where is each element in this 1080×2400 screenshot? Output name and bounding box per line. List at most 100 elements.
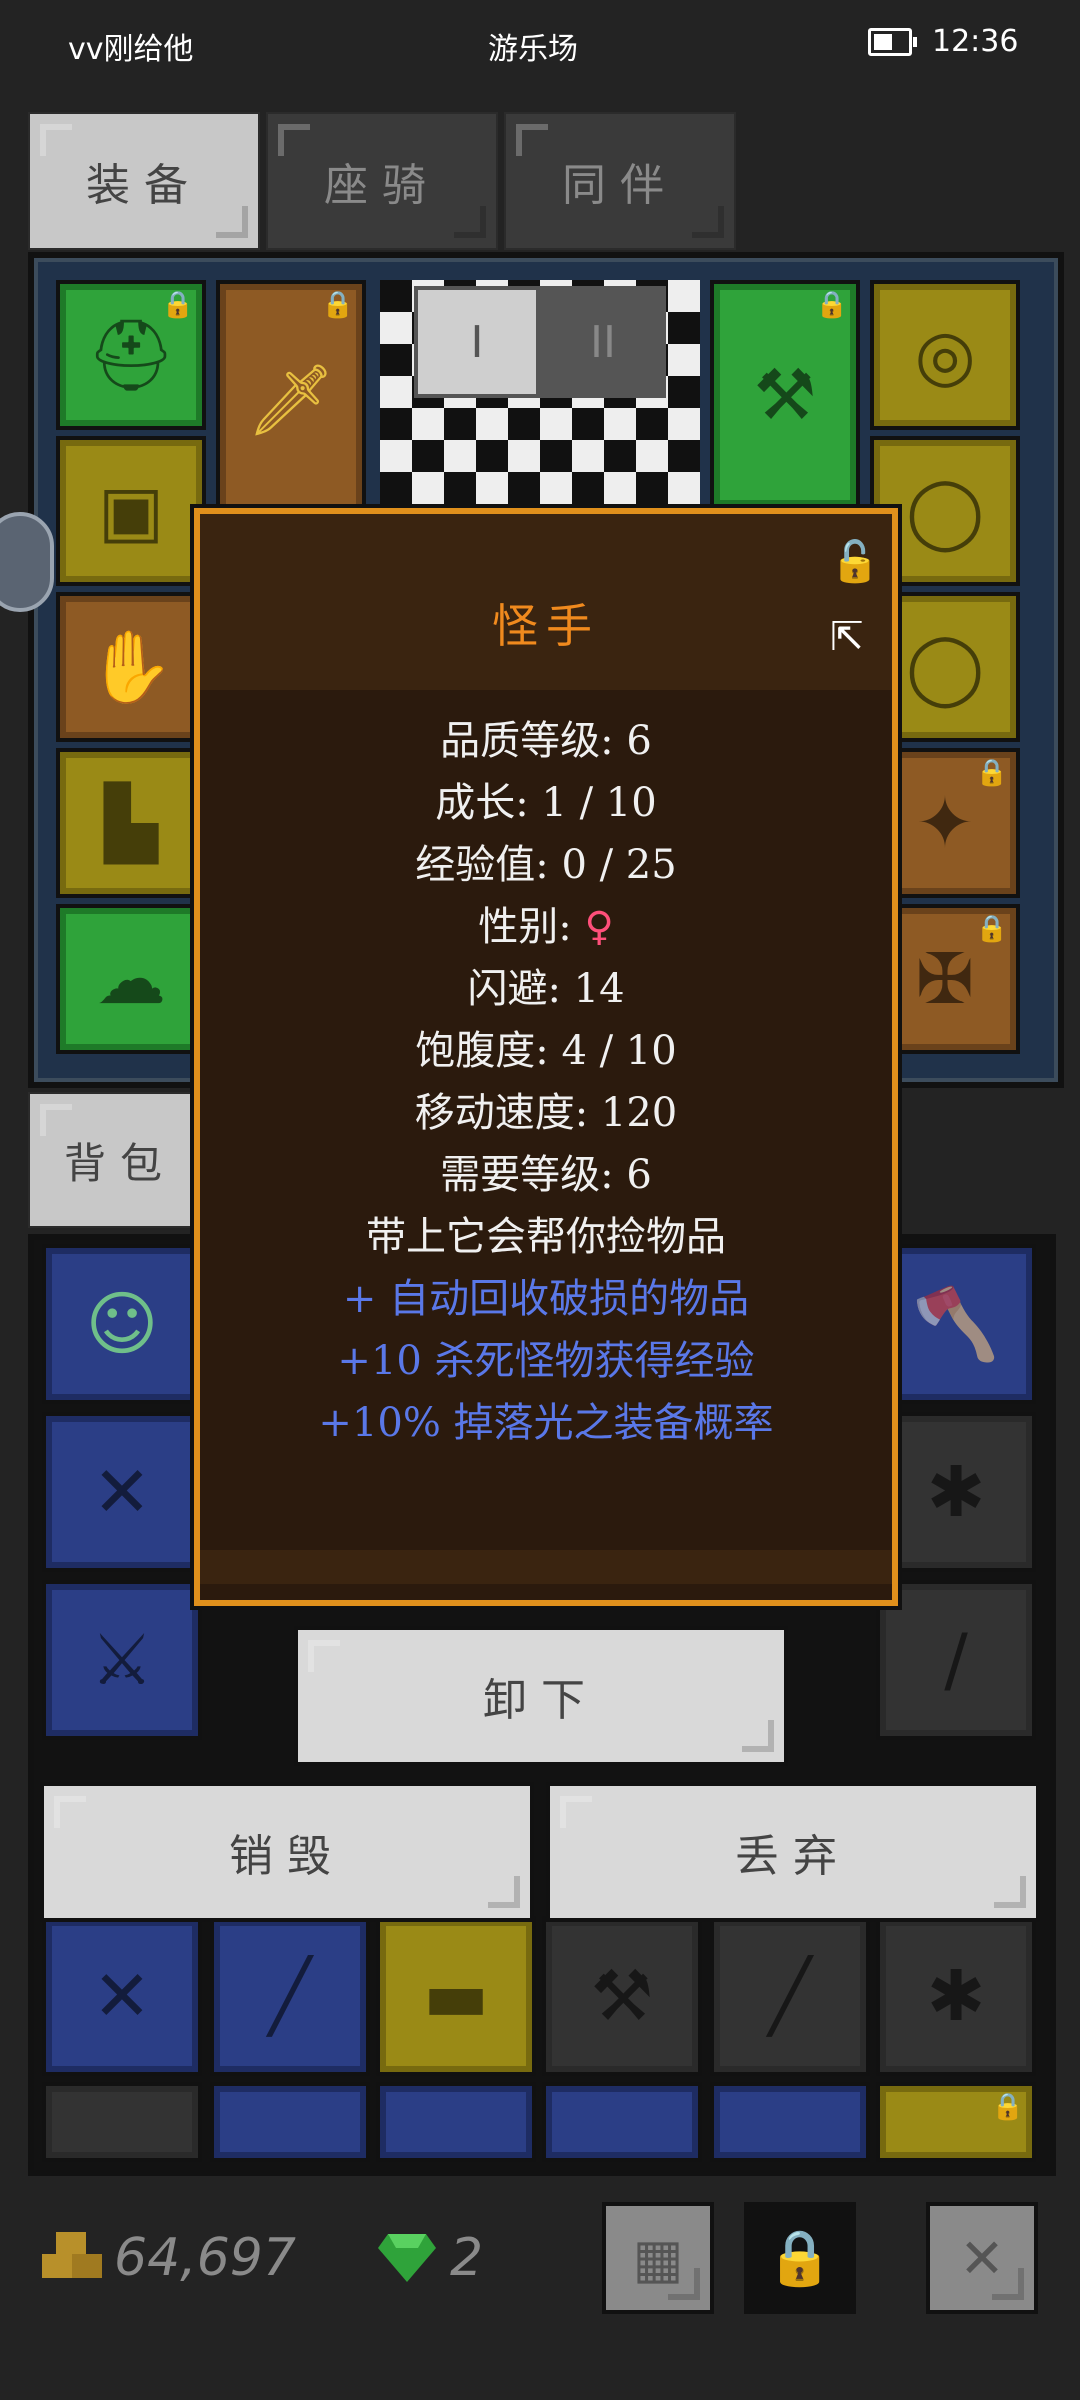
equip-slot-weapon[interactable]: 🗡 🔒 bbox=[216, 280, 366, 520]
backpack-slot[interactable]: ✱ bbox=[876, 1916, 1036, 2076]
gold-amount: 64,697 bbox=[114, 2228, 296, 2288]
pet-tab-1-label: I bbox=[470, 316, 484, 368]
backpack-slot[interactable]: / bbox=[876, 1580, 1036, 1740]
gold-coins-icon bbox=[42, 2232, 102, 2278]
female-icon: ♀ bbox=[584, 904, 614, 950]
pet-tab-2[interactable]: II bbox=[540, 286, 666, 398]
lock-icon: 🔒 bbox=[766, 2226, 834, 2289]
stat-gender: 性别: ♀ bbox=[200, 896, 892, 958]
sword-icon: ╱ bbox=[768, 1955, 812, 2037]
lock-toggle-button[interactable]: 🔒 bbox=[744, 2202, 856, 2314]
bonus-auto-recycle: + 自动回收破损的物品 bbox=[342, 1276, 750, 1322]
backpack-slot[interactable] bbox=[542, 2082, 702, 2162]
modal-footer bbox=[200, 1550, 892, 1584]
equip-slot-cloak[interactable]: ☁ bbox=[56, 904, 206, 1054]
tab-backpack[interactable]: 背包 bbox=[28, 1092, 212, 1228]
destroy-button[interactable]: 销毁 bbox=[40, 1782, 534, 1922]
backpack-slot[interactable] bbox=[42, 2082, 202, 2162]
backpack-slot[interactable]: ✕ bbox=[42, 1412, 202, 1572]
pet-tab-1[interactable]: I bbox=[414, 286, 540, 398]
backpack-slot[interactable]: ╱ bbox=[710, 1916, 870, 2076]
unequip-button[interactable]: 卸下 bbox=[294, 1626, 788, 1766]
armor-icon: ▣ bbox=[97, 470, 165, 552]
tab-companion-label: 同伴 bbox=[562, 160, 678, 211]
unequip-button-label: 卸下 bbox=[483, 1675, 599, 1726]
scroll-icon: ☺ bbox=[85, 1283, 159, 1365]
equip-slot-offhand[interactable]: ⚒ 🔒 bbox=[710, 280, 860, 510]
close-button[interactable]: ✕ bbox=[926, 2202, 1038, 2314]
gem-amount: 2 bbox=[450, 2228, 484, 2288]
item-name: 怪手 bbox=[492, 599, 600, 653]
item-description: 带上它会帮你捡物品 bbox=[366, 1214, 726, 1260]
stat-growth: 成长: 1 / 10 bbox=[435, 780, 657, 826]
bonus-kill-exp: +10 杀死怪物获得经验 bbox=[337, 1338, 755, 1384]
necklace-icon: ◎ bbox=[914, 314, 976, 396]
corner-ornament bbox=[194, 508, 254, 568]
backpack-slot[interactable]: 🔒 bbox=[876, 2082, 1036, 2162]
lock-icon: 🔒 bbox=[975, 914, 1008, 944]
tab-mount[interactable]: 座骑 bbox=[266, 112, 498, 250]
equip-slot-armor[interactable]: ▣ bbox=[56, 436, 206, 586]
backpack-slot[interactable]: ⚒ bbox=[542, 1916, 702, 2076]
app-name: 游乐场 bbox=[488, 32, 578, 67]
glove-icon: ✋ bbox=[87, 625, 175, 708]
discard-button[interactable]: 丢弃 bbox=[546, 1782, 1040, 1922]
stat-dodge: 闪避: 14 bbox=[467, 966, 625, 1012]
equip-slot-helmet[interactable]: ⛑ 🔒 bbox=[56, 280, 206, 430]
axe-icon: ⚔ bbox=[90, 1619, 154, 1701]
status-bar: vv刚给他 游乐场 12:36 bbox=[0, 0, 1080, 90]
grid-view-button[interactable]: ▦ bbox=[602, 2202, 714, 2314]
stat-gender-label: 性别: bbox=[478, 904, 585, 950]
stat-quality: 品质等级: 6 bbox=[440, 718, 652, 764]
axe-icon: ⚒ bbox=[590, 1955, 654, 2037]
bonus-light-drop: +10% 掉落光之装备概率 bbox=[318, 1400, 774, 1446]
lock-icon: 🔒 bbox=[815, 290, 848, 320]
stat-required-level: 需要等级: 6 bbox=[440, 1152, 652, 1198]
backpack-slot[interactable]: 🪓 bbox=[876, 1244, 1036, 1404]
crossbow-icon: ✕ bbox=[92, 1955, 152, 2037]
stat-experience: 经验值: 0 / 25 bbox=[415, 842, 677, 888]
lock-icon: 🔒 bbox=[975, 758, 1008, 788]
tab-equipment-label: 装备 bbox=[86, 160, 202, 211]
item-detail-modal: 怪手 🔓 ⇱ 品质等级: 6 成长: 1 / 10 经验值: 0 / 25 性别… bbox=[194, 508, 898, 1606]
backpack-slot[interactable]: ☺ bbox=[42, 1244, 202, 1404]
backpack-slot[interactable]: ╱ bbox=[210, 1916, 370, 2076]
lock-icon: 🔒 bbox=[161, 290, 194, 320]
share-icon[interactable]: ⇱ bbox=[830, 614, 864, 660]
backpack-slot[interactable]: ✕ bbox=[42, 1916, 202, 2076]
backpack-slot[interactable]: ▬ bbox=[376, 1916, 536, 2076]
lock-icon[interactable]: 🔓 bbox=[830, 538, 880, 585]
item-stats: 品质等级: 6 成长: 1 / 10 经验值: 0 / 25 性别: ♀ 闪避:… bbox=[200, 710, 892, 1454]
tab-companion[interactable]: 同伴 bbox=[504, 112, 736, 250]
pet-tab-2-label: II bbox=[590, 316, 616, 368]
dagger-icon: / bbox=[944, 1619, 968, 1701]
axe-icon: 🪓 bbox=[912, 1282, 1000, 1365]
stat-satiety: 饱腹度: 4 / 10 bbox=[415, 1028, 677, 1074]
backpack-slot[interactable] bbox=[376, 2082, 536, 2162]
tab-mount-label: 座骑 bbox=[324, 160, 440, 211]
mace-icon: ✱ bbox=[926, 1955, 986, 2037]
backpack-slot[interactable]: ⚔ bbox=[42, 1580, 202, 1740]
floating-assist-handle[interactable] bbox=[0, 512, 54, 612]
belt-icon: ▬ bbox=[422, 1955, 490, 2037]
backpack-slot[interactable]: ✱ bbox=[876, 1412, 1036, 1572]
discard-button-label: 丢弃 bbox=[735, 1831, 851, 1882]
carrier-name: vv刚给他 bbox=[68, 32, 194, 67]
tab-equipment[interactable]: 装备 bbox=[28, 112, 260, 250]
cloak-icon: ☁ bbox=[96, 938, 166, 1020]
equip-slot-gloves[interactable]: ✋ bbox=[56, 592, 206, 742]
lock-icon: 🔒 bbox=[321, 290, 354, 320]
backpack-slot[interactable] bbox=[710, 2082, 870, 2162]
crossbow-icon: ✕ bbox=[92, 1451, 152, 1533]
emerald-gem-icon bbox=[378, 2234, 436, 2282]
sword-icon: ╱ bbox=[268, 1955, 312, 2037]
lock-icon: 🔒 bbox=[991, 2092, 1024, 2122]
equip-slot-necklace[interactable]: ◎ bbox=[870, 280, 1020, 430]
clock: 12:36 bbox=[932, 24, 1019, 59]
mace-icon: ✱ bbox=[926, 1451, 986, 1533]
destroy-button-label: 销毁 bbox=[229, 1831, 345, 1882]
stat-move-speed: 移动速度: 120 bbox=[414, 1090, 678, 1136]
backpack-slot[interactable] bbox=[210, 2082, 370, 2162]
battery-icon bbox=[868, 28, 917, 56]
equip-slot-boots[interactable]: ▙ bbox=[56, 748, 206, 898]
